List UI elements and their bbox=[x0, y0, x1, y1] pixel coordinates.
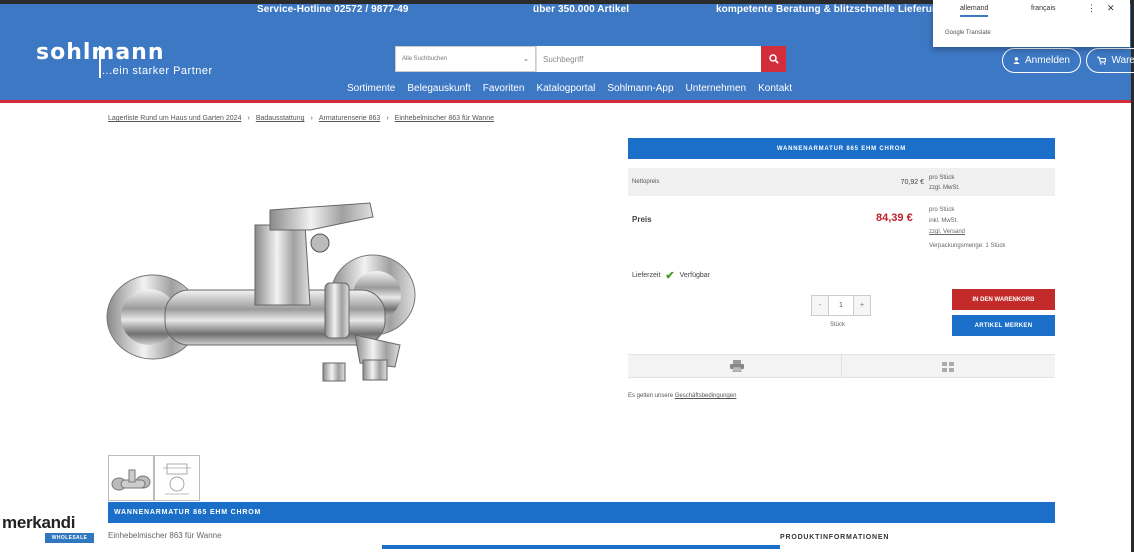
chevron-right-icon: › bbox=[247, 115, 250, 122]
site-logo[interactable]: sohlmann ...ein starker Partner bbox=[36, 42, 212, 78]
price-unit: pro Stück inkl. MwSt. zzgl. Versand Verp… bbox=[929, 205, 1005, 252]
checkmark-icon: ✔ bbox=[665, 270, 675, 282]
nav-item-kontakt[interactable]: Kontakt bbox=[758, 83, 792, 94]
net-price-unit: pro Stück zzgl. MwSt. bbox=[929, 173, 960, 193]
net-price-vat: zzgl. MwSt. bbox=[929, 185, 960, 191]
close-icon[interactable]: ✕ bbox=[1107, 3, 1115, 14]
chevron-right-icon: › bbox=[310, 115, 313, 122]
faucet-thumbnail-icon bbox=[111, 469, 151, 491]
search-icon bbox=[768, 54, 779, 64]
nav-item-belegauskunft[interactable]: Belegauskunft bbox=[407, 83, 470, 94]
user-icon bbox=[1013, 57, 1020, 64]
search-placeholder: Suchbegriff bbox=[543, 54, 584, 64]
add-to-cart-button[interactable]: IN DEN WARENKORB bbox=[952, 289, 1055, 310]
hotline-text: Service-Hotline 02572 / 9877-49 bbox=[257, 4, 409, 15]
product-info-heading: PRODUKTINFORMATIONEN bbox=[780, 534, 890, 541]
product-image[interactable] bbox=[105, 195, 425, 385]
delivery-status: Lieferzeit ✔ Verfügbar bbox=[632, 269, 710, 282]
quantity-increase-button[interactable]: + bbox=[853, 295, 871, 316]
product-title-bar: WANNENARMATUR 865 EHM CHROM bbox=[628, 138, 1055, 159]
translate-lang-active[interactable]: allemand bbox=[960, 5, 989, 17]
price-value: 84,39 € bbox=[876, 212, 913, 224]
more-options-icon[interactable]: ⋮ bbox=[1087, 3, 1096, 14]
breadcrumb-item[interactable]: Einhebelmischer 863 für Wanne bbox=[395, 115, 494, 122]
translate-provider: Google Translate bbox=[945, 30, 991, 36]
quantity-stepper: - 1 + bbox=[811, 295, 871, 316]
description-title-bar: WANNENARMATUR 865 EHM CHROM bbox=[108, 502, 1055, 523]
terms-link[interactable]: Geschäftsbedingungen bbox=[675, 393, 737, 399]
quantity-unit: Stück bbox=[830, 322, 846, 328]
save-article-button[interactable]: ARTIKEL MERKEN bbox=[952, 315, 1055, 336]
print-icon[interactable] bbox=[730, 360, 744, 372]
chevron-right-icon: › bbox=[386, 115, 389, 122]
product-action-bar bbox=[628, 354, 1055, 378]
price-per-piece: pro Stück bbox=[929, 207, 955, 213]
nav-item-katalogportal[interactable]: Katalogportal bbox=[536, 83, 595, 94]
search-category-select[interactable]: Alle Suchbuchen ⌄ bbox=[395, 46, 536, 72]
quantity-input[interactable]: 1 bbox=[829, 295, 853, 316]
net-price-per-piece: pro Stück bbox=[929, 175, 955, 181]
cart-label: Ware bbox=[1111, 55, 1134, 66]
net-price-label: Nettopreis bbox=[632, 179, 660, 185]
search-input[interactable]: Suchbegriff bbox=[536, 46, 761, 72]
terms-prefix: Es gelten unsere bbox=[628, 393, 674, 399]
translate-popup: allemand français ⋮ ✕ Google Translate bbox=[933, 0, 1130, 47]
terms-text: Es gelten unsere Geschäftsbedingungen bbox=[628, 393, 736, 399]
breadcrumb-item[interactable]: Lagerliste Rund um Haus und Garten 2024 bbox=[108, 115, 241, 122]
packaging-quantity: Verpackungsmenge: 1 Stück bbox=[929, 243, 1006, 249]
description-subtitle: Einhebelmischer 863 für Wanne bbox=[108, 531, 222, 540]
translate-lang-other[interactable]: français bbox=[1031, 5, 1056, 12]
nav-item-sortimente[interactable]: Sortimente bbox=[347, 83, 395, 94]
breadcrumb-item[interactable]: Armaturenserie 863 bbox=[319, 115, 380, 122]
technical-drawing-icon bbox=[163, 463, 191, 495]
login-button[interactable]: Anmelden bbox=[1002, 48, 1081, 73]
logo-bar bbox=[99, 46, 101, 78]
watermark-badge: WHOLESALE bbox=[45, 533, 94, 543]
thumbnail-photo[interactable] bbox=[108, 455, 154, 501]
action-divider bbox=[841, 355, 842, 377]
advice-text: kompetente Beratung & blitzschnelle Lief… bbox=[716, 4, 945, 15]
thumbnail-drawing[interactable] bbox=[154, 455, 200, 501]
breadcrumb-item[interactable]: Badausstattung bbox=[256, 115, 305, 122]
cart-icon bbox=[1097, 56, 1107, 65]
section-underline bbox=[382, 545, 780, 549]
nav-item-favoriten[interactable]: Favoriten bbox=[483, 83, 525, 94]
quantity-decrease-button[interactable]: - bbox=[811, 295, 829, 316]
main-nav: Sortimente Belegauskunft Favoriten Katal… bbox=[347, 83, 804, 94]
thumbnail-strip bbox=[108, 455, 200, 501]
delivery-status-value: Verfügbar bbox=[679, 272, 710, 279]
login-label: Anmelden bbox=[1024, 55, 1070, 66]
merkandi-watermark: merkandi WHOLESALE bbox=[0, 511, 98, 549]
nav-item-app[interactable]: Sohlmann-App bbox=[607, 83, 673, 94]
nav-item-unternehmen[interactable]: Unternehmen bbox=[686, 83, 747, 94]
logo-tagline: ...ein starker Partner bbox=[102, 65, 213, 77]
net-price-value: 70,92 € bbox=[900, 179, 924, 186]
delivery-label: Lieferzeit bbox=[632, 272, 661, 279]
search-bar: Alle Suchbuchen ⌄ Suchbegriff bbox=[395, 46, 786, 72]
search-category-value: Alle Suchbuchen bbox=[402, 56, 448, 62]
breadcrumb: Lagerliste Rund um Haus und Garten 2024 … bbox=[108, 115, 494, 122]
net-price-row: Nettopreis 70,92 € pro Stück zzgl. MwSt. bbox=[628, 168, 1055, 196]
cart-button[interactable]: Ware bbox=[1086, 48, 1134, 73]
search-button[interactable] bbox=[761, 46, 786, 72]
chevron-down-icon: ⌄ bbox=[523, 56, 529, 63]
price-label: Preis bbox=[632, 215, 652, 224]
articles-count-text: über 350.000 Artikel bbox=[533, 4, 630, 15]
watermark-text: merkandi bbox=[2, 513, 76, 532]
shipping-link[interactable]: zzgl. Versand bbox=[929, 227, 1005, 238]
datasheet-icon[interactable] bbox=[942, 362, 954, 372]
price-vat: inkl. MwSt. bbox=[929, 218, 959, 224]
